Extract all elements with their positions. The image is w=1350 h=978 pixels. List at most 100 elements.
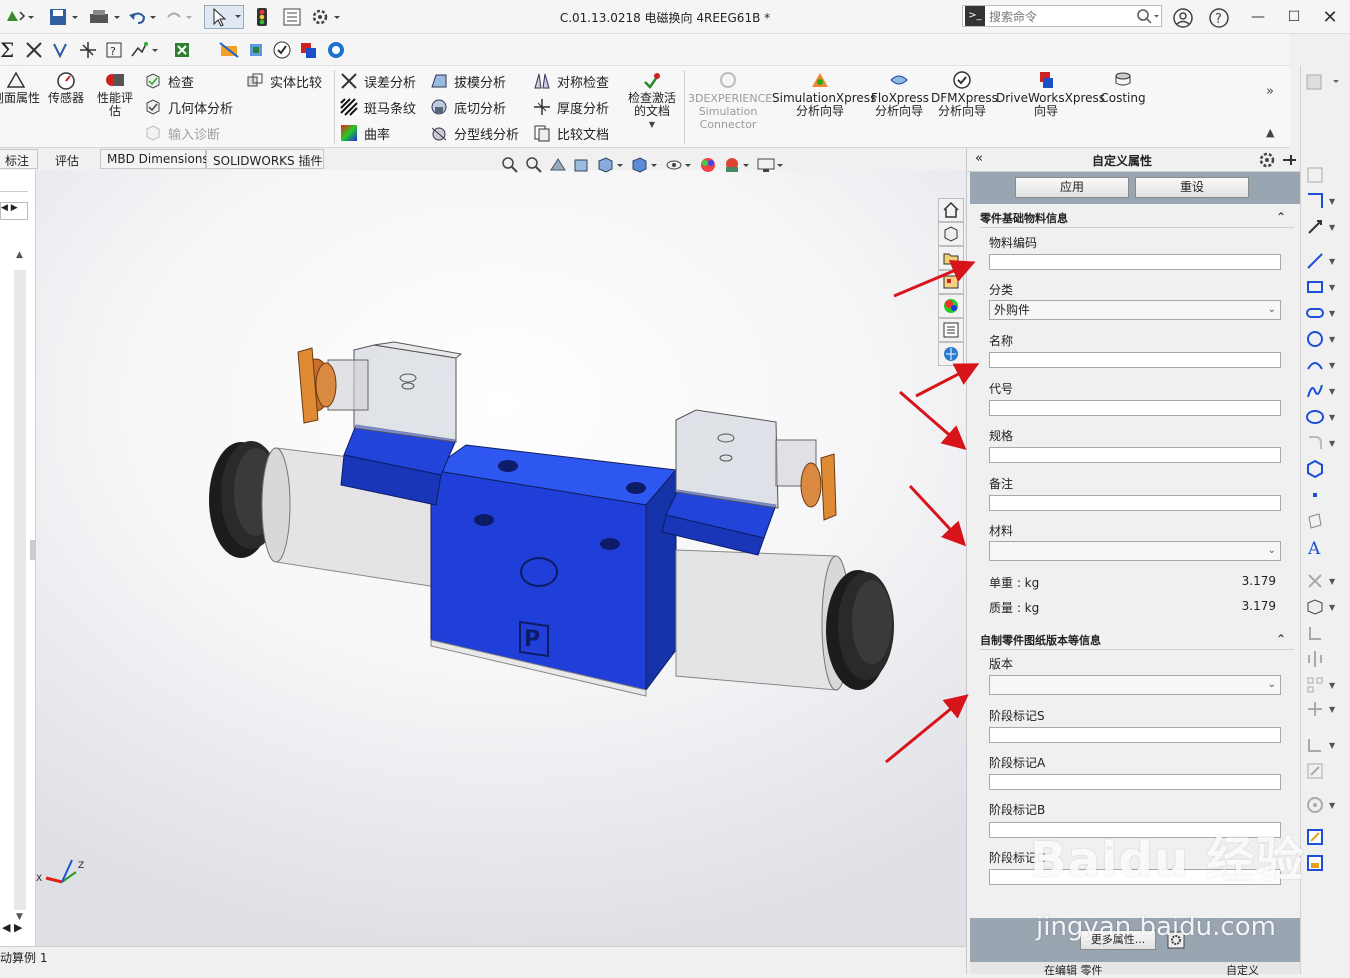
custom-properties-tab-icon[interactable] <box>938 318 964 342</box>
fillet-button[interactable]: ▼ <box>1305 432 1345 454</box>
collapse-panel-icon[interactable]: « <box>975 151 983 166</box>
mass-properties-icon[interactable] <box>50 40 70 60</box>
expand-chevron-icon[interactable]: » <box>1266 84 1274 99</box>
stage-a-field[interactable] <box>989 774 1281 790</box>
right-solenoid[interactable] <box>661 409 837 556</box>
slot-button[interactable]: ▼ <box>1305 302 1345 324</box>
plane-button[interactable] <box>1305 510 1345 532</box>
save-icon[interactable] <box>48 7 82 27</box>
arc-button[interactable]: ▼ <box>1305 354 1345 376</box>
material-select[interactable]: ⌄ <box>989 541 1281 561</box>
material-code-field[interactable] <box>989 254 1281 270</box>
display-style-icon[interactable] <box>630 155 660 175</box>
stage-s-field[interactable] <box>989 727 1281 743</box>
remark-field[interactable] <box>989 495 1281 511</box>
statistics-icon[interactable] <box>130 40 160 60</box>
help-icon[interactable]: ? <box>1208 7 1230 29</box>
spline-button[interactable]: ▼ <box>1305 380 1345 402</box>
smart-dimension-button[interactable]: ▼ <box>1305 190 1345 212</box>
view-orientation-icon[interactable] <box>596 155 626 175</box>
right-knob[interactable] <box>826 570 894 690</box>
panel-scroll-arrows[interactable]: ◀ ▶ <box>0 202 28 220</box>
clearance-icon[interactable] <box>246 40 266 60</box>
tab-solidworks-addins[interactable]: SOLIDWORKS 插件 <box>206 149 324 169</box>
compare-icon[interactable] <box>326 40 346 60</box>
check-circle-icon[interactable] <box>272 40 292 60</box>
print-icon[interactable] <box>88 7 122 27</box>
view-settings-icon[interactable] <box>756 155 786 175</box>
tab-annotation[interactable]: 标注 <box>0 149 38 169</box>
scrollbar[interactable] <box>14 270 26 910</box>
rectangle-button[interactable]: ▼ <box>1305 276 1345 298</box>
reset-button[interactable]: 重设 <box>1135 177 1249 198</box>
point-button[interactable] <box>1305 484 1345 506</box>
zoom-to-fit-icon[interactable] <box>500 155 520 175</box>
edit-appearance-icon[interactable] <box>698 155 718 175</box>
zoom-area-icon[interactable] <box>524 155 544 175</box>
interference-icon[interactable] <box>218 40 240 60</box>
category-select[interactable]: 外购件 ⌄ <box>989 300 1281 320</box>
move-button[interactable]: ▼ <box>1305 698 1345 720</box>
search-commands-input[interactable]: >_ 搜索命令 <box>962 5 1162 27</box>
resources-tab-icon[interactable] <box>938 222 964 246</box>
text-button[interactable]: A <box>1305 536 1345 558</box>
zebra-stripes-button[interactable]: 斑马条纹 <box>340 96 416 118</box>
ellipse-button[interactable]: ▼ <box>1305 406 1345 428</box>
3dexperience-simulation-button[interactable]: 3DEXPERIENCE Simulation Connector <box>688 70 772 131</box>
convert-entities-button[interactable]: ▼ <box>1305 596 1345 618</box>
maximize-button[interactable]: ☐ <box>1276 0 1312 34</box>
hide-show-items-icon[interactable] <box>664 155 694 175</box>
home-tab-icon[interactable] <box>938 198 964 222</box>
draft-analysis-button[interactable]: 拔模分析 <box>430 70 506 92</box>
panel-tab[interactable] <box>0 178 28 192</box>
measure-icon[interactable] <box>24 40 44 60</box>
hole-alignment-icon[interactable] <box>298 40 318 60</box>
trim-button[interactable]: ▼ <box>1305 570 1345 592</box>
select-icon[interactable] <box>204 5 244 29</box>
spec-field[interactable] <box>989 447 1281 463</box>
section-header-basic-material[interactable]: 零件基础物料信息 ⌃ <box>980 210 1294 228</box>
check-question-icon[interactable]: ? <box>104 40 124 60</box>
costing-button[interactable]: Costing <box>1098 70 1148 105</box>
options-gear-icon[interactable] <box>310 7 344 27</box>
performance-evaluation-button[interactable]: 性能评估 <box>92 70 138 118</box>
undo-icon[interactable] <box>126 7 160 27</box>
valve-model[interactable]: P Z X <box>36 170 966 946</box>
redo-icon[interactable] <box>162 7 196 27</box>
section-properties-icon[interactable] <box>78 40 98 60</box>
traffic-light-icon[interactable] <box>250 7 274 27</box>
excel-export-icon[interactable] <box>172 40 192 60</box>
nav-arrows[interactable]: ◀ ▶ <box>2 921 22 934</box>
settings-gear-icon[interactable] <box>1257 150 1277 170</box>
chevron-up-icon[interactable]: ⌃ <box>1276 210 1286 224</box>
sensor-button[interactable]: 传感器 <box>44 70 88 105</box>
chevron-up-icon[interactable]: ⌃ <box>1276 632 1286 646</box>
previous-view-icon[interactable] <box>548 155 568 175</box>
polygon-button[interactable] <box>1305 458 1345 480</box>
dfmxpress-button[interactable]: DFMXpress 分析向导 <box>930 70 998 118</box>
offset-button[interactable] <box>1305 622 1345 644</box>
tab-evaluate[interactable]: 评估 <box>48 149 96 169</box>
check-active-document-button[interactable]: 检查激活的文档 ▼ <box>622 70 682 131</box>
file-explorer-tab-icon[interactable] <box>938 246 964 270</box>
compare-documents-button[interactable]: 比较文档 <box>533 122 609 144</box>
sketch-button[interactable] <box>1305 164 1345 186</box>
code-field[interactable] <box>989 400 1281 416</box>
parting-line-analysis-button[interactable]: 分型线分析 <box>430 122 519 144</box>
quick-snaps-button[interactable]: ▼ <box>1305 794 1345 816</box>
appearances-tab-icon[interactable] <box>938 294 964 318</box>
view-palette-tab-icon[interactable] <box>938 270 964 294</box>
driveworksxpress-button[interactable]: DriveWorksXpress 向导 <box>996 70 1105 118</box>
search-icon[interactable] <box>1135 7 1161 25</box>
section-view-icon[interactable] <box>572 155 592 175</box>
curvature-button[interactable]: 曲率 <box>340 122 390 144</box>
mirror-button[interactable] <box>1305 648 1345 670</box>
solidworks-forum-tab-icon[interactable] <box>938 342 964 366</box>
user-account-icon[interactable] <box>1172 7 1194 29</box>
pattern-button[interactable]: ▼ <box>1305 674 1345 696</box>
section-properties-button[interactable]: 剖面属性 <box>0 70 40 105</box>
toolbar-menu-icon[interactable] <box>1305 72 1345 92</box>
import-diagnostics-button[interactable]: 输入诊断 <box>144 122 220 144</box>
minimize-button[interactable]: — <box>1240 0 1276 34</box>
file-properties-icon[interactable] <box>280 7 304 27</box>
